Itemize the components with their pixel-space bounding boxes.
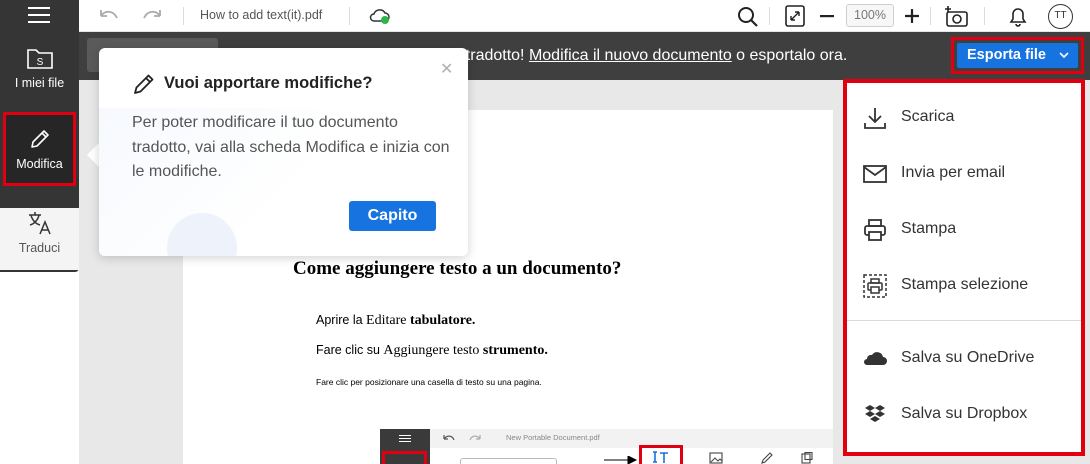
menu-item-print[interactable]: Stampa — [847, 202, 1081, 258]
sidebar-item-modifica[interactable]: Modifica — [3, 112, 76, 186]
menu-icon[interactable] — [28, 7, 50, 25]
avatar[interactable]: TT — [1048, 4, 1073, 29]
document-line-1: Aprire la Editare tabulatore. — [316, 313, 475, 329]
embedded-document-title: New Portable Document.pdf — [506, 433, 600, 442]
pencil-icon — [134, 74, 154, 94]
fit-page-icon[interactable] — [785, 5, 805, 27]
onedrive-icon — [864, 352, 887, 365]
embedded-arrow-icon — [604, 456, 638, 464]
embedded-image-icon — [709, 452, 723, 464]
toolbar-divider — [183, 7, 184, 25]
download-icon — [864, 108, 886, 129]
export-button-highlight: Esporta file — [951, 37, 1084, 74]
embedded-screenshot: New Portable Document.pdf — [380, 429, 833, 464]
popover-title: Vuoi apportare modifiche? — [164, 74, 373, 92]
menu-item-dropbox[interactable]: Salva su Dropbox — [847, 387, 1081, 443]
line2-serif: Aggiungere testo — [383, 343, 483, 358]
folder-s-icon: S — [26, 49, 53, 69]
zoom-level-field[interactable]: 100% — [846, 4, 894, 27]
menu-item-label: Salva su OneDrive — [901, 349, 1035, 366]
left-rail: S I miei file Modifica Traduci — [0, 0, 79, 464]
chevron-down-icon — [1059, 52, 1069, 58]
embedded-shape-icon — [801, 452, 813, 464]
menu-item-label: Salva su Dropbox — [901, 405, 1028, 422]
edit-tip-popover: Vuoi apportare modifiche? ✕ Per poter mo… — [99, 48, 468, 256]
close-icon[interactable]: ✕ — [440, 59, 453, 79]
search-icon[interactable] — [737, 6, 759, 28]
line1-bold: tabulatore. — [409, 313, 476, 328]
embedded-field — [460, 458, 557, 464]
toolbar-divider — [349, 7, 350, 25]
sidebar-item-files[interactable]: S I miei file — [0, 46, 79, 106]
sidebar-item-label: I miei file — [14, 76, 65, 90]
zoom-in-icon[interactable] — [905, 9, 919, 23]
embedded-menu-icon — [399, 435, 411, 444]
translate-icon — [28, 212, 51, 235]
toolbar-divider — [930, 7, 931, 25]
embedded-edit-highlight — [382, 451, 427, 464]
line1-text: Aprire la — [316, 313, 367, 327]
document-line-3: Fare clic per posizionare una casella di… — [316, 377, 542, 387]
dropbox-icon — [865, 405, 885, 422]
line2-bold: strumento. — [482, 343, 548, 358]
pencil-icon — [30, 130, 49, 148]
line1-serif: Editare — [366, 313, 410, 328]
menu-item-label: Invia per email — [901, 164, 1006, 181]
sidebar-item-label: Modifica — [16, 157, 63, 171]
menu-divider — [847, 320, 1081, 321]
cloud-sync-icon[interactable] — [369, 7, 391, 25]
undo-icon[interactable] — [97, 8, 119, 24]
document-title: How to add text(it).pdf — [200, 8, 323, 22]
toolbar-divider — [984, 7, 985, 25]
menu-item-label: Stampa selezione — [901, 276, 1029, 293]
embedded-undo-icon — [443, 435, 455, 441]
notification-text-end: o esportalo ora. — [731, 47, 848, 64]
embedded-redo-icon — [469, 435, 481, 441]
sidebar-item-label: Traduci — [18, 241, 61, 255]
menu-item-label: Stampa — [901, 220, 957, 237]
got-it-button[interactable]: Capito — [349, 201, 436, 231]
embedded-pencil-icon — [761, 452, 773, 464]
redo-icon[interactable] — [142, 8, 164, 24]
top-toolbar: How to add text(it).pdf 100% TT — [79, 0, 1090, 32]
menu-item-label: Scarica — [901, 108, 955, 125]
sidebar-item-traduci[interactable]: Traduci — [0, 208, 79, 270]
popover-arrow — [87, 143, 99, 167]
menu-item-email[interactable]: Invia per email — [847, 146, 1081, 202]
menu-item-download[interactable]: Scarica — [847, 90, 1081, 146]
embedded-add-text-icon — [653, 451, 668, 463]
popover-body: Per poter modificare il tuo documento tr… — [132, 114, 450, 180]
export-menu: Scarica Invia per email Stampa Stampa se… — [843, 79, 1085, 456]
printer-icon — [864, 219, 886, 241]
zoom-out-icon[interactable] — [820, 15, 834, 18]
email-icon — [863, 165, 887, 183]
camera-icon[interactable] — [945, 5, 969, 27]
notification-text: to tradotto! Modifica il nuovo documento… — [448, 47, 847, 65]
svg-text:S: S — [36, 57, 43, 68]
menu-item-print-selection[interactable]: Stampa selezione — [847, 258, 1081, 314]
line2-text: Fare clic su — [316, 343, 384, 357]
bell-icon[interactable] — [1008, 5, 1028, 27]
toolbar-divider — [769, 7, 770, 25]
menu-item-onedrive[interactable]: Salva su OneDrive — [847, 331, 1081, 387]
document-line-2: Fare clic su Aggiungere testo strumento. — [316, 343, 548, 359]
print-selection-icon — [863, 274, 887, 298]
export-file-label: Esporta file — [967, 47, 1046, 63]
edit-new-document-link[interactable]: Modifica il nuovo documento — [529, 47, 732, 64]
export-file-button[interactable]: Esporta file — [957, 43, 1078, 68]
embedded-add-text-highlight — [639, 445, 683, 464]
document-heading: Come aggiungere testo a un documento? — [293, 258, 622, 279]
